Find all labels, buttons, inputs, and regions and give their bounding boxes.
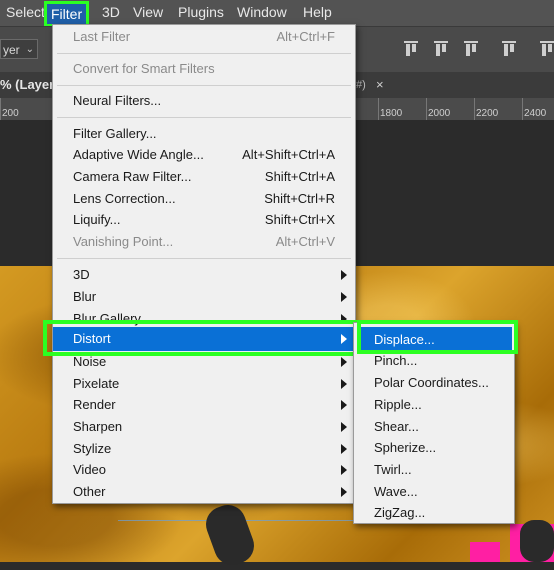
menu-item-vanishing-point[interactable]: Vanishing Point... [73, 232, 173, 252]
menu-3d[interactable]: 3D [102, 4, 120, 20]
submenu-item-polar-coordinates[interactable]: Polar Coordinates... [374, 373, 489, 393]
distort-annotation-frame [43, 320, 359, 356]
document-tab[interactable]: % (Layer [0, 72, 54, 98]
layer-dropdown[interactable]: yer ⌄ [0, 39, 38, 59]
align-top-icon[interactable] [404, 41, 418, 59]
shortcut-lens-correction: Shift+Ctrl+R [264, 191, 335, 206]
close-icon[interactable]: × [376, 72, 384, 98]
menu-item-lens-correction[interactable]: Lens Correction... [73, 189, 176, 209]
submenu-arrow-icon [341, 379, 347, 389]
menu-item-blur[interactable]: Blur [73, 287, 96, 307]
submenu-arrow-icon [341, 422, 347, 432]
shortcut-liquify: Shift+Ctrl+X [264, 212, 335, 227]
menu-item-convert-smart-filters[interactable]: Convert for Smart Filters [73, 59, 215, 79]
menu-view[interactable]: View [133, 4, 163, 20]
chevron-down-icon: ⌄ [25, 44, 34, 55]
ruler-tick-label: 200 [2, 108, 19, 119]
submenu-arrow-icon [341, 400, 347, 410]
submenu-arrow-icon [341, 357, 347, 367]
align-vertical-center-icon[interactable] [434, 41, 448, 59]
ruler-tick-label: 1800 [380, 108, 403, 119]
menu-item-camera-raw[interactable]: Camera Raw Filter... [73, 167, 191, 187]
menu-item-3d[interactable]: 3D [73, 265, 90, 285]
menu-item-pixelate[interactable]: Pixelate [73, 374, 119, 394]
submenu-arrow-icon [341, 487, 347, 497]
menu-item-liquify[interactable]: Liquify... [73, 210, 120, 230]
submenu-item-pinch[interactable]: Pinch... [374, 351, 417, 371]
submenu-item-wave[interactable]: Wave... [374, 482, 418, 502]
ruler-tick-label: 2200 [476, 108, 499, 119]
submenu-item-twirl[interactable]: Twirl... [374, 460, 412, 480]
menu-window[interactable]: Window [237, 4, 287, 20]
menu-item-sharpen[interactable]: Sharpen [73, 417, 122, 437]
menu-select[interactable]: Select [6, 4, 45, 20]
menu-item-other[interactable]: Other [73, 482, 106, 502]
submenu-arrow-icon [341, 444, 347, 454]
submenu-arrow-icon [341, 465, 347, 475]
document-tab-suffix: #) [356, 79, 366, 91]
shortcut-last-filter: Alt+Ctrl+F [276, 29, 335, 44]
menu-bar: Select Filter 3D View Plugins Window Hel… [0, 0, 554, 27]
canvas-pink-shape [470, 542, 500, 562]
menu-help[interactable]: Help [303, 4, 332, 20]
ruler-tick-line [522, 98, 523, 120]
shortcut-camera-raw: Shift+Ctrl+A [264, 169, 335, 184]
align-bottom-icon[interactable] [464, 41, 478, 59]
submenu-item-spherize[interactable]: Spherize... [374, 438, 436, 458]
displace-annotation-frame [357, 320, 518, 354]
layer-dropdown-value: yer [3, 43, 20, 57]
submenu-arrow-icon [341, 292, 347, 302]
ruler-tick-line [474, 98, 475, 120]
distribute-icon[interactable] [502, 41, 516, 59]
shortcut-adaptive-wide-angle: Alt+Shift+Ctrl+A [242, 147, 335, 162]
submenu-item-zigzag[interactable]: ZigZag... [374, 503, 425, 523]
submenu-arrow-icon [341, 270, 347, 280]
submenu-item-ripple[interactable]: Ripple... [374, 395, 422, 415]
menu-item-adaptive-wide-angle[interactable]: Adaptive Wide Angle... [73, 145, 204, 165]
filter-menu: Last Filter Alt+Ctrl+F Convert for Smart… [52, 24, 356, 504]
menu-item-render[interactable]: Render [73, 395, 116, 415]
menu-item-stylize[interactable]: Stylize [73, 439, 111, 459]
menu-divider [57, 117, 351, 118]
submenu-item-shear[interactable]: Shear... [374, 417, 419, 437]
ruler-tick-label: 2000 [428, 108, 451, 119]
ruler-tick-line [426, 98, 427, 120]
align-left-icon[interactable] [540, 41, 554, 59]
shortcut-vanishing-point: Alt+Ctrl+V [275, 234, 335, 249]
menu-item-neural-filters[interactable]: Neural Filters... [73, 91, 161, 111]
menu-item-filter-gallery[interactable]: Filter Gallery... [73, 124, 157, 144]
menu-divider [57, 258, 351, 259]
menu-item-video[interactable]: Video [73, 460, 106, 480]
canvas-dark-shape [520, 520, 554, 562]
menu-item-last-filter[interactable]: Last Filter [73, 27, 130, 47]
menu-plugins[interactable]: Plugins [178, 4, 224, 20]
ruler-tick-label: 2400 [524, 108, 547, 119]
menu-divider [57, 53, 351, 54]
ruler-tick-line [378, 98, 379, 120]
ruler-tick-line [0, 98, 1, 120]
menu-divider [57, 85, 351, 86]
